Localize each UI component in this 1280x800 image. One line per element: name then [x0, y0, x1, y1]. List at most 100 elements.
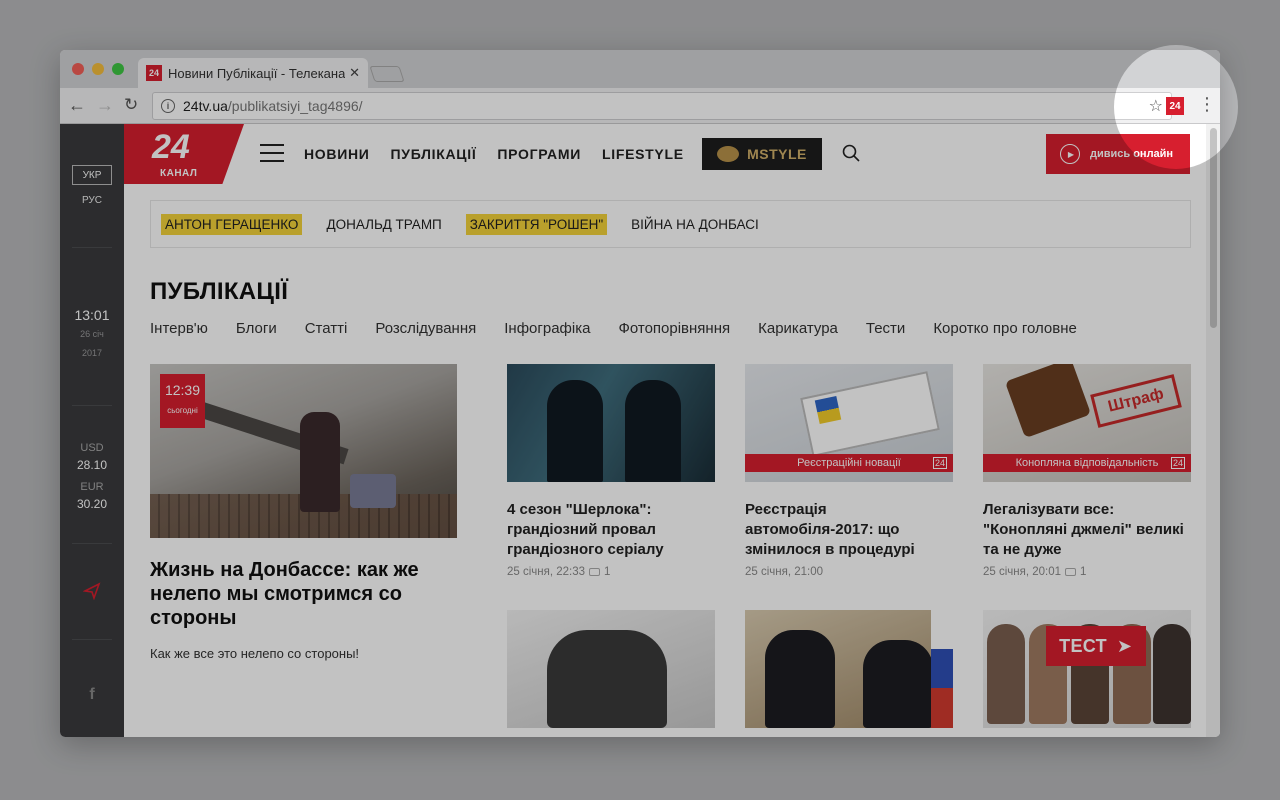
featured-subtitle: Как же все это нелепо со стороны! — [150, 646, 360, 661]
divider — [72, 639, 112, 640]
site-logo[interactable]: 24 КАНАЛ — [124, 124, 244, 184]
usd-label: USD — [80, 442, 104, 454]
image-figure — [547, 380, 603, 482]
tag-link[interactable]: ДОНАЛЬД ТРАМП — [322, 214, 445, 235]
article-card[interactable]: 4 сезон "Шерлока": грандіозний провал гр… — [507, 364, 715, 578]
lang-ukr-button[interactable]: УКР — [72, 165, 112, 185]
time-badge: 12:39 сьогодні — [160, 374, 205, 428]
site-header: 24 КАНАЛ НОВИНИ ПУБЛІКАЦІЇ ПРОГРАМИ LIFE… — [124, 124, 1206, 184]
nav-programs[interactable]: ПРОГРАМИ — [497, 146, 581, 162]
tag-link[interactable]: ВІЙНА НА ДОНБАСІ — [627, 214, 763, 235]
comment-count: 1 — [1080, 566, 1087, 578]
divider — [72, 405, 112, 406]
tag-bar: АНТОН ГЕРАЩЕНКО ДОНАЛЬД ТРАМП ЗАКРИТТЯ "… — [150, 200, 1191, 248]
mstyle-button[interactable]: MSTYLE — [702, 138, 822, 170]
url-path: /publikatsiyi_tag4896/ — [227, 98, 363, 114]
image-strip: Реєстраційні новації 24 — [745, 454, 953, 472]
rocket-icon[interactable] — [82, 582, 102, 602]
lang-rus-button[interactable]: РУС — [60, 195, 124, 206]
site: 24 КАНАЛ НОВИНИ ПУБЛІКАЦІЇ ПРОГРАМИ LIFE… — [124, 124, 1206, 737]
search-icon[interactable] — [842, 144, 860, 162]
article-title[interactable]: 4 сезон "Шерлока": грандіозний провал гр… — [507, 500, 715, 560]
article-meta: 25 січня, 20:01 1 — [983, 566, 1191, 578]
category-link[interactable]: Карикатура — [758, 320, 838, 337]
tab-bar: 24 Новини Публікації - Телеканал 24 ✕ — [60, 50, 1220, 88]
image-figure — [863, 640, 933, 728]
article-image[interactable] — [745, 610, 953, 728]
featured-title[interactable]: Жизнь на Донбассе: как же нелепо мы смот… — [150, 558, 457, 630]
page-scrollbar[interactable] — [1206, 124, 1220, 737]
image-gavel — [1004, 364, 1092, 439]
article-image[interactable] — [507, 610, 715, 728]
nav-publications[interactable]: ПУБЛІКАЦІЇ — [391, 146, 477, 162]
star-icon[interactable]: ☆ — [1149, 96, 1163, 116]
logo-text: КАНАЛ — [160, 168, 198, 179]
category-link[interactable]: Інтерв'ю — [150, 320, 208, 337]
image-flag — [814, 395, 842, 425]
article-title[interactable]: Реєстрація автомобіля-2017: що змінилося… — [745, 500, 953, 560]
featured-article[interactable]: 12:39 сьогодні Жизнь на Донбассе: как же… — [150, 364, 457, 661]
image-face — [987, 624, 1025, 724]
browser-tab[interactable]: 24 Новини Публікації - Телеканал 24 ✕ — [138, 58, 368, 88]
article-card[interactable]: Реєстраційні новації 24 Реєстрація автом… — [745, 364, 953, 578]
extension-24-icon[interactable]: 24 — [1166, 97, 1184, 115]
article-card[interactable] — [745, 610, 953, 728]
send-icon: ➤ — [1116, 635, 1132, 656]
category-nav: Інтерв'ю Блоги Статті Розслідування Інфо… — [150, 320, 1077, 337]
hamburger-menu-icon[interactable] — [260, 144, 284, 162]
new-tab-button[interactable] — [369, 66, 405, 82]
reload-icon[interactable]: ↻ — [124, 95, 138, 115]
eur-value: 30.20 — [76, 497, 108, 511]
maximize-window-button[interactable] — [112, 63, 124, 75]
article-image[interactable]: Реєстраційні новації 24 — [745, 364, 953, 482]
url-input[interactable]: i 24tv.ua/publikatsiyi_tag4896/ ☆ — [152, 92, 1172, 120]
menu-dots-icon[interactable]: ⋮ — [1198, 94, 1216, 115]
article-image[interactable] — [507, 364, 715, 482]
image-strip: Конопляна відповідальність 24 — [983, 454, 1191, 472]
category-link[interactable]: Інфографіка — [504, 320, 590, 337]
image-person — [300, 412, 340, 512]
url-host: 24tv.ua — [183, 98, 228, 114]
minimize-window-button[interactable] — [92, 63, 104, 75]
mstyle-emblem-icon — [717, 146, 740, 162]
close-window-button[interactable] — [72, 63, 84, 75]
category-link[interactable]: Статті — [305, 320, 348, 337]
site-body: АНТОН ГЕРАЩЕНКО ДОНАЛЬД ТРАМП ЗАКРИТТЯ "… — [124, 184, 1206, 737]
nav-lifestyle[interactable]: LIFESTYLE — [602, 146, 684, 162]
tag-link[interactable]: ЗАКРИТТЯ "РОШЕН" — [465, 213, 608, 235]
strip-label: Реєстраційні новації — [797, 457, 901, 469]
strip-logo-icon: 24 — [1170, 457, 1185, 469]
strip-label: Конопляна відповідальність — [1015, 457, 1159, 469]
article-card[interactable]: Штраф Конопляна відповідальність 24 Лега… — [983, 364, 1191, 578]
watch-label: дивись онлайн — [1090, 148, 1174, 160]
tag-link[interactable]: АНТОН ГЕРАЩЕНКО — [161, 213, 303, 235]
nav-news[interactable]: НОВИНИ — [304, 146, 370, 162]
close-tab-icon[interactable]: ✕ — [349, 65, 360, 81]
clock-day: 26 січ — [80, 329, 104, 339]
scroll-thumb[interactable] — [1210, 128, 1217, 328]
featured-image[interactable]: 12:39 сьогодні — [150, 364, 457, 538]
category-link[interactable]: Блоги — [236, 320, 277, 337]
clock-year: 2017 — [81, 348, 103, 358]
badge-day: сьогодні — [167, 406, 198, 415]
divider — [72, 543, 112, 544]
test-badge-button[interactable]: ТЕСТ ➤ — [1046, 626, 1146, 666]
divider — [72, 247, 112, 248]
forward-arrow-icon[interactable]: → — [96, 95, 114, 116]
back-arrow-icon[interactable]: ← — [68, 95, 86, 116]
article-image[interactable]: Штраф Конопляна відповідальність 24 — [983, 364, 1191, 482]
url-text: 24tv.ua/publikatsiyi_tag4896/ — [183, 98, 1149, 114]
category-link[interactable]: Фотопорівняння — [618, 320, 730, 337]
category-link[interactable]: Коротко про головне — [933, 320, 1077, 337]
article-date: 25 січня, 21:00 — [745, 566, 824, 578]
article-title[interactable]: Легалізувати все: "Коноплянi джмелi" вел… — [983, 500, 1191, 560]
image-figure — [625, 380, 681, 482]
facebook-icon[interactable]: f — [60, 686, 124, 704]
article-card[interactable] — [507, 610, 715, 728]
info-icon[interactable]: i — [161, 99, 175, 113]
main-nav: НОВИНИ ПУБЛІКАЦІЇ ПРОГРАМИ LIFESTYLE — [304, 146, 684, 162]
category-link[interactable]: Тести — [866, 320, 905, 337]
watch-online-button[interactable]: ▶ дивись онлайн — [1046, 134, 1190, 174]
category-link[interactable]: Розслідування — [375, 320, 476, 337]
search-svg — [842, 144, 860, 162]
